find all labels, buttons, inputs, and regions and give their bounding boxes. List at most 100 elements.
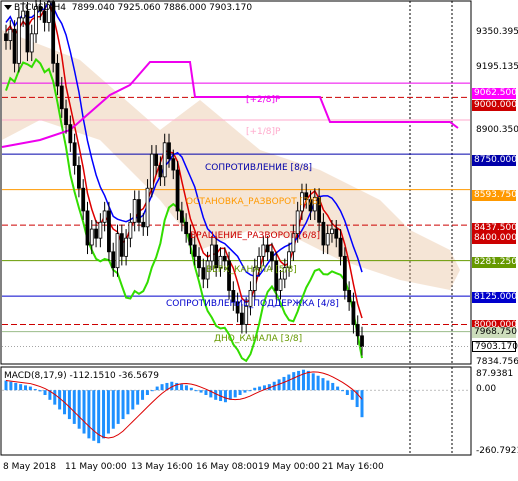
macd-bar [253,387,257,391]
macd-bar [141,390,145,400]
macd-bar [82,390,86,434]
candle-body [64,108,68,126]
price-tag-support: 8125.000 [472,292,517,303]
candle-body [85,210,90,246]
price-tag-plus2: 9062.500 [472,88,517,99]
macd-bar [136,390,140,405]
macd-bar [248,390,252,392]
macd-bar [106,390,110,434]
candle-body [192,244,197,257]
time-label: 19 May 00:00 [258,462,320,472]
candle-body [265,244,270,253]
macd-bar [204,390,208,395]
candle-body [59,85,64,110]
candle-body [107,210,111,253]
candle-body [145,187,150,228]
candle-body [72,142,77,166]
macd-bar [53,390,57,405]
macd-bar [301,369,305,391]
price-tag-resistance: 8750.000 [472,155,517,166]
candle-body [325,233,330,246]
macd-bar [111,390,115,429]
candle-body [351,301,356,325]
level-support-label: СОПРОТИВЛЕНИЕ_ПОДДЕРЖКА [4/8] [166,299,339,309]
candle-body [128,221,133,239]
cloud-area [2,30,460,290]
macd-bar [350,390,354,400]
candle-body [8,28,13,42]
macd-bar [189,387,193,391]
time-label: 11 May 00:00 [65,462,127,472]
candle-body [77,165,81,189]
macd-bar [238,390,242,395]
level-channel-bottom-label: ДНО_КАНАЛА [3/8] [214,334,303,344]
candle-body [158,165,163,178]
macd-bar [121,390,125,420]
macd-bar [336,386,340,391]
chart-header: BTCUSD,H4 7899.040 7925.060 7886.000 790… [14,3,252,13]
price-tick: 9350.395 [476,27,518,37]
macd-bar [180,384,184,391]
candle-body [154,153,159,166]
macd-bar [297,370,301,391]
macd-bar [282,376,286,391]
level-resistance-label: СОПРОТИВЛЕНИЕ [8/8] [205,163,313,173]
candle-body [197,255,201,269]
candle-body [355,324,360,337]
macd-bar [340,390,344,392]
macd-bar [194,390,198,392]
candle-body [338,237,343,257]
macd-bar [77,390,81,429]
candle-body [141,221,146,228]
price-tick: 7834.756 [476,357,518,367]
macd-bar [287,374,291,391]
macd-bar [228,390,232,400]
candle-body [55,62,60,87]
macd-label: MACD(8,17,9) -112.1510 -36.5679 [4,371,160,381]
candle-body [360,335,364,347]
macd-bar [38,390,42,392]
macd-bar [223,390,227,403]
candle-body [209,244,214,262]
candle-body [94,228,98,239]
macd-bar [43,390,47,395]
candle-body [201,267,206,280]
macd-bar [233,390,237,398]
time-label: 13 May 16:00 [131,462,193,472]
candle-body [162,142,167,178]
macd-bar [155,386,159,391]
ichimoku-cloud [2,30,460,290]
candle-body [184,221,189,235]
price-tag-channel-bottom: 7968.750 [472,327,517,338]
price-tag-stop-reversal: 8593.750 [472,190,517,201]
macd-bar [72,390,76,424]
candle-body [89,228,94,246]
macd-bar [243,390,247,393]
candle-body [111,251,116,269]
macd-bar [33,388,37,391]
macd-bar [4,380,8,391]
macd-bar [126,390,130,415]
level-rotation-label: ВРАЩЕНИЕ_РАЗВОРОТ [6/8] [190,231,320,241]
candle-body [102,210,107,223]
macd-bar [67,390,71,420]
candle-body [124,237,128,257]
candle-body [342,255,347,291]
macd-bar [131,390,135,410]
level-plus2-label: [+2/8]P [246,95,281,105]
candle-body [137,199,141,223]
time-label: 21 May 16:00 [322,462,384,472]
macd-bar [258,386,262,391]
macd-bar [150,390,154,392]
current-price-tag: 7903.170 [472,341,518,352]
chart-menu-icon[interactable] [4,5,12,10]
price-tag-8-8-red: 9000.000 [472,100,517,111]
macd-bar [9,381,13,391]
macd-bar [331,382,335,391]
candle-body [16,17,21,64]
macd-bar [92,390,96,441]
macd-bar [316,375,320,391]
candle-body [167,142,171,160]
macd-bar [292,372,296,391]
chart-window[interactable]: BTCUSD,H4 7899.040 7925.060 7886.000 790… [0,0,518,478]
